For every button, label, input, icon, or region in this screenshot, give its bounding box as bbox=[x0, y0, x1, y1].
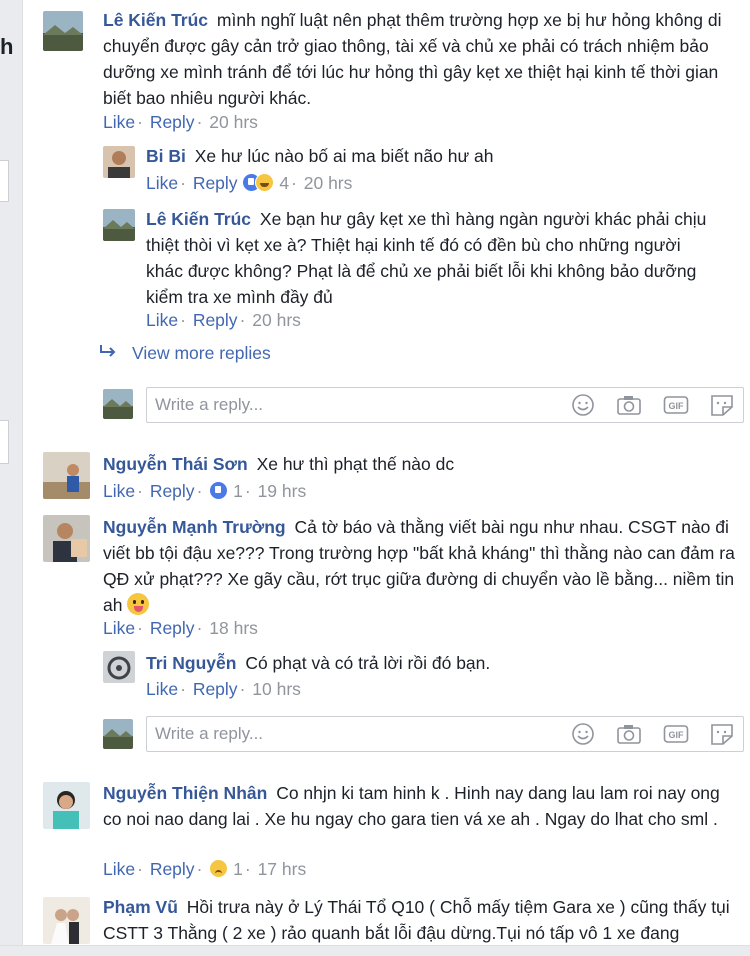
comment-author[interactable]: Lê Kiến Trúc bbox=[146, 209, 251, 229]
comment-actions: Like · Reply · 1 · 19 hrs bbox=[103, 481, 307, 501]
like-link[interactable]: Like bbox=[146, 310, 178, 330]
comment-author[interactable]: Phạm Vũ bbox=[103, 897, 178, 917]
reply-link[interactable]: Reply bbox=[150, 618, 195, 638]
gif-icon[interactable]: GIF bbox=[663, 393, 689, 417]
reaction-count[interactable]: 1 bbox=[233, 859, 243, 879]
like-link[interactable]: Like bbox=[103, 112, 135, 132]
like-link[interactable]: Like bbox=[103, 618, 135, 638]
view-more-label: View more replies bbox=[132, 343, 271, 363]
timestamp[interactable]: 10 hrs bbox=[252, 679, 301, 699]
reaction-count[interactable]: 4 bbox=[279, 173, 289, 193]
reply-box: GIF bbox=[146, 387, 744, 423]
reply-input[interactable] bbox=[155, 723, 535, 745]
gif-icon[interactable]: GIF bbox=[663, 722, 689, 746]
reply-box: GIF bbox=[146, 716, 744, 752]
svg-text:GIF: GIF bbox=[668, 401, 684, 411]
comment-author[interactable]: Lê Kiến Trúc bbox=[103, 10, 208, 30]
comment-actions: Like · Reply · 1 · 17 hrs bbox=[103, 859, 307, 879]
avatar[interactable] bbox=[43, 897, 90, 944]
reply-link[interactable]: Reply bbox=[193, 310, 238, 330]
sidebar-text-fragment: h bbox=[0, 34, 14, 59]
comment-author[interactable]: Tri Nguyễn bbox=[146, 653, 236, 673]
comment-actions: Like · Reply · 10 hrs bbox=[146, 679, 301, 699]
svg-text:GIF: GIF bbox=[668, 730, 684, 740]
sidebar-box bbox=[0, 160, 9, 202]
avatar[interactable] bbox=[103, 146, 135, 178]
bottom-bar bbox=[0, 945, 750, 956]
timestamp[interactable]: 17 hrs bbox=[258, 859, 307, 879]
reply-link[interactable]: Reply bbox=[150, 859, 195, 879]
reaction-count[interactable]: 1 bbox=[233, 481, 243, 501]
comment-text: Xe hư lúc nào bố ai ma biết não hư ah bbox=[194, 146, 494, 166]
avatar[interactable] bbox=[43, 515, 90, 562]
emoji-icon[interactable] bbox=[570, 393, 596, 417]
left-sidebar-fragment: h bbox=[0, 0, 23, 955]
comment-text: Xe hư thì phạt thế nào dc bbox=[256, 454, 455, 474]
my-avatar bbox=[103, 719, 133, 749]
camera-icon[interactable] bbox=[616, 722, 642, 746]
comment-author[interactable]: Nguyễn Thiện Nhân bbox=[103, 783, 267, 803]
comment-text: Hồi trưa này ở Lý Thái Tổ Q10 ( Chỗ mấy … bbox=[103, 897, 730, 943]
camera-icon[interactable] bbox=[616, 393, 642, 417]
timestamp[interactable]: 20 hrs bbox=[252, 310, 301, 330]
reply-link[interactable]: Reply bbox=[193, 679, 238, 699]
comment-actions: Like · Reply · 18 hrs bbox=[103, 618, 258, 638]
reply-input[interactable] bbox=[155, 394, 535, 416]
reply-arrow-icon bbox=[98, 343, 118, 364]
like-link[interactable]: Like bbox=[103, 859, 135, 879]
tongue-emoji-icon bbox=[127, 593, 150, 615]
sticker-icon[interactable] bbox=[709, 722, 735, 746]
reply-link[interactable]: Reply bbox=[193, 173, 238, 193]
avatar[interactable] bbox=[43, 11, 83, 51]
like-link[interactable]: Like bbox=[146, 679, 178, 699]
my-avatar bbox=[103, 389, 133, 419]
comment-author[interactable]: Nguyễn Thái Sơn bbox=[103, 454, 248, 474]
timestamp[interactable]: 20 hrs bbox=[209, 112, 258, 132]
like-link[interactable]: Like bbox=[146, 173, 178, 193]
avatar[interactable] bbox=[43, 452, 90, 499]
comment-actions: Like · Reply · 20 hrs bbox=[146, 310, 301, 330]
like-link[interactable]: Like bbox=[103, 481, 135, 501]
comment-text: Có phạt và có trả lời rồi đó bạn. bbox=[245, 653, 491, 673]
timestamp[interactable]: 19 hrs bbox=[258, 481, 307, 501]
like-reaction-icon[interactable] bbox=[209, 481, 229, 500]
comment-actions: Like · Reply 4 · 20 hrs bbox=[146, 173, 353, 193]
avatar[interactable] bbox=[103, 651, 135, 683]
sad-reaction-icon[interactable] bbox=[209, 859, 229, 878]
view-more-replies-link[interactable]: View more replies bbox=[98, 343, 271, 364]
comment-author[interactable]: Bi Bi bbox=[146, 146, 186, 166]
timestamp[interactable]: 18 hrs bbox=[209, 618, 258, 638]
comment-actions: Like · Reply · 20 hrs bbox=[103, 112, 258, 132]
sidebar-box bbox=[0, 420, 9, 464]
sticker-icon[interactable] bbox=[709, 393, 735, 417]
reply-link[interactable]: Reply bbox=[150, 481, 195, 501]
avatar[interactable] bbox=[103, 209, 135, 241]
reply-link[interactable]: Reply bbox=[150, 112, 195, 132]
avatar[interactable] bbox=[43, 782, 90, 829]
emoji-icon[interactable] bbox=[570, 722, 596, 746]
comment-author[interactable]: Nguyễn Mạnh Trường bbox=[103, 517, 286, 537]
haha-reaction-icon[interactable] bbox=[255, 173, 275, 192]
timestamp[interactable]: 20 hrs bbox=[304, 173, 353, 193]
